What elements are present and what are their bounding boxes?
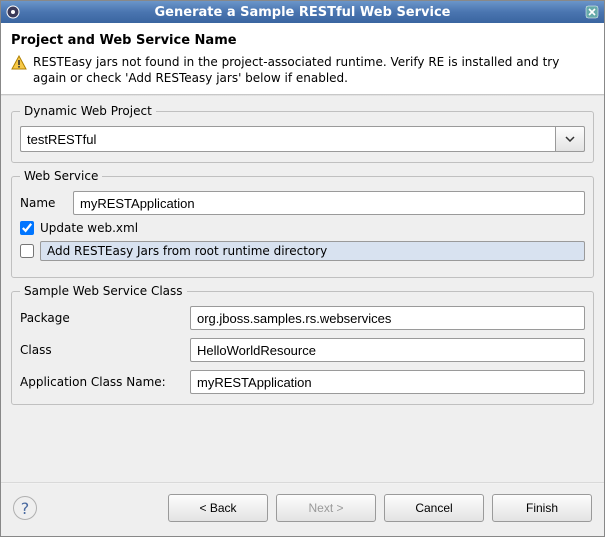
back-button[interactable]: < Back [168,494,268,522]
window-title: Generate a Sample RESTful Web Service [21,5,584,20]
project-combo-dropdown[interactable] [555,126,585,152]
sample-group: Sample Web Service Class Package Class A… [11,284,594,405]
chevron-down-icon [565,136,575,142]
package-label: Package [20,311,180,325]
next-button[interactable]: Next > [276,494,376,522]
class-input[interactable] [190,338,585,362]
warning-icon [11,55,27,75]
webservice-legend: Web Service [20,169,102,183]
sample-legend: Sample Web Service Class [20,284,187,298]
project-group: Dynamic Web Project [11,104,594,163]
update-webxml-checkbox[interactable] [20,221,34,235]
project-combo-input[interactable] [20,126,555,152]
ws-name-input[interactable] [73,191,585,215]
warning-text: RESTEasy jars not found in the project-a… [33,54,594,86]
app-menu-icon[interactable] [5,4,21,20]
warning-message: RESTEasy jars not found in the project-a… [11,54,594,86]
project-legend: Dynamic Web Project [20,104,156,118]
appclass-label: Application Class Name: [20,375,180,389]
ws-name-label: Name [20,196,65,210]
class-label: Class [20,343,180,357]
package-input[interactable] [190,306,585,330]
title-bar: Generate a Sample RESTful Web Service [1,1,604,23]
add-jars-checkbox[interactable] [20,244,34,258]
page-title: Project and Web Service Name [11,33,594,48]
update-webxml-label: Update web.xml [40,221,138,235]
close-icon[interactable] [584,4,600,20]
appclass-input[interactable] [190,370,585,394]
button-bar: ? < Back Next > Cancel Finish [1,484,604,536]
webservice-group: Web Service Name Update web.xml Add REST… [11,169,594,278]
wizard-header: Project and Web Service Name RESTEasy ja… [1,23,604,94]
cancel-button[interactable]: Cancel [384,494,484,522]
finish-button[interactable]: Finish [492,494,592,522]
wizard-content: Dynamic Web Project Web Service Name Upd… [1,96,604,482]
add-jars-label: Add RESTEasy Jars from root runtime dire… [40,241,585,261]
help-button[interactable]: ? [13,496,37,520]
